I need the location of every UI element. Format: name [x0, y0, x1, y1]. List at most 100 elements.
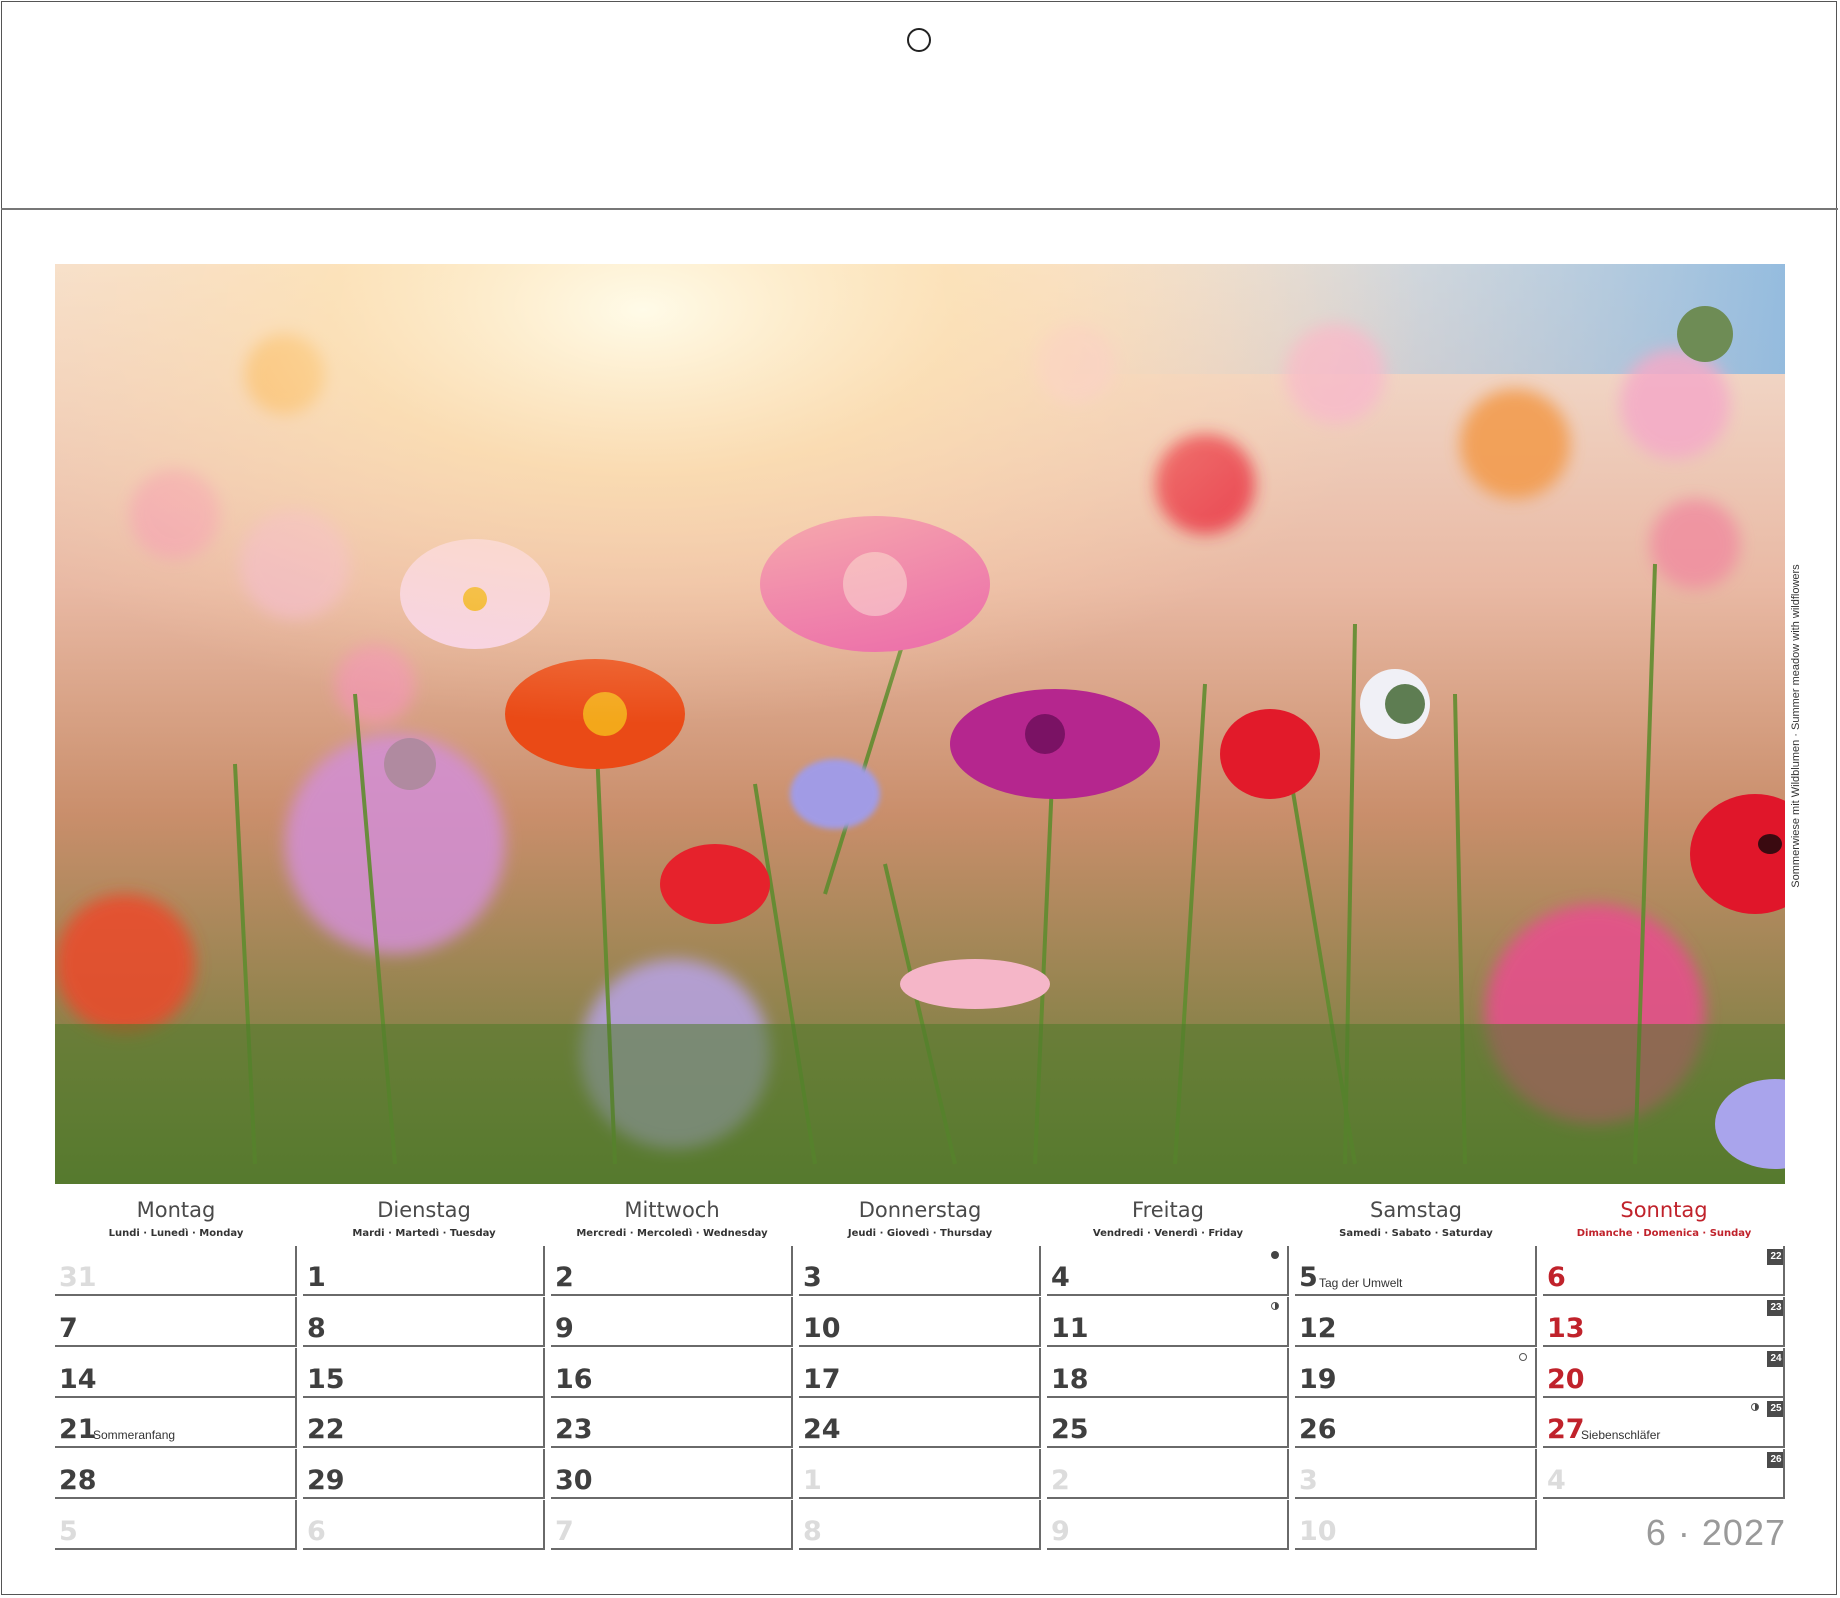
day-cell[interactable]: 3 [799, 1246, 1041, 1296]
day-number: 29 [307, 1465, 345, 1496]
day-cell[interactable]: 6 [303, 1500, 545, 1550]
day-cell[interactable]: 15 [303, 1348, 545, 1398]
day-number: 21 [59, 1414, 97, 1445]
day-cell[interactable]: 10 [799, 1297, 1041, 1347]
day-number: 1 [307, 1262, 326, 1293]
weekday-name: Montag [136, 1198, 216, 1222]
day-number: 18 [1051, 1364, 1089, 1395]
day-number: 22 [307, 1414, 345, 1445]
day-cell[interactable]: 4 26 [1543, 1449, 1785, 1499]
day-cell[interactable]: 12 [1295, 1297, 1537, 1347]
day-number: 28 [59, 1465, 97, 1496]
day-cell[interactable]: 7 [551, 1500, 793, 1550]
moon-phase-icon [1751, 1403, 1759, 1411]
day-number: 31 [59, 1262, 97, 1293]
moon-phase-icon [1271, 1302, 1279, 1310]
week-number-badge: 23 [1767, 1300, 1785, 1316]
week-number-badge: 26 [1767, 1452, 1785, 1468]
day-cell[interactable]: 16 [551, 1348, 793, 1398]
day-cell[interactable]: 7 [55, 1297, 297, 1347]
day-cell[interactable]: 19 [1295, 1348, 1537, 1398]
week-number-badge: 24 [1767, 1351, 1785, 1367]
day-cell[interactable]: 21 Sommeranfang [55, 1398, 297, 1448]
day-cell[interactable]: 1 [799, 1449, 1041, 1499]
weekday-header: Sonntag Dimanche · Domenica · Sunday [1543, 1196, 1785, 1244]
day-number: 9 [1051, 1516, 1070, 1547]
day-cell[interactable]: 20 24 [1543, 1348, 1785, 1398]
holiday-label: Sommeranfang [93, 1428, 176, 1442]
day-number: 9 [555, 1313, 574, 1344]
calendar-photo [55, 264, 1785, 1184]
weekday-name: Freitag [1132, 1198, 1204, 1222]
day-number: 5 [59, 1516, 78, 1547]
day-cell[interactable]: 9 [551, 1297, 793, 1347]
day-cell[interactable]: 11 [1047, 1297, 1289, 1347]
day-cell[interactable]: 22 [303, 1398, 545, 1448]
weekday-header: Mittwoch Mercredi · Mercoledì · Wednesday [551, 1196, 793, 1244]
weekday-name: Samstag [1369, 1198, 1463, 1222]
day-number: 23 [555, 1414, 593, 1445]
day-cell[interactable]: 10 [1295, 1500, 1537, 1550]
day-number: 1 [803, 1465, 822, 1496]
week-number-badge: 25 [1767, 1401, 1785, 1417]
weekday-header: Freitag Vendredi · Venerdì · Friday [1047, 1196, 1289, 1244]
day-cell[interactable]: 18 [1047, 1348, 1289, 1398]
day-number: 10 [1299, 1516, 1337, 1547]
day-number: 26 [1299, 1414, 1337, 1445]
day-cell[interactable]: 17 [799, 1348, 1041, 1398]
day-number: 7 [59, 1313, 78, 1344]
week-number-badge: 22 [1767, 1249, 1785, 1265]
moon-phase-icon [1519, 1353, 1527, 1361]
day-cell[interactable]: 26 [1295, 1398, 1537, 1448]
day-number: 17 [803, 1364, 841, 1395]
weekday-translations: Mercredi · Mercoledì · Wednesday [576, 1228, 768, 1239]
weekday-translations: Dimanche · Domenica · Sunday [1576, 1228, 1752, 1239]
day-cell[interactable]: 24 [799, 1398, 1041, 1448]
day-number: 8 [803, 1516, 822, 1547]
day-number: 25 [1051, 1414, 1089, 1445]
day-number: 3 [803, 1262, 822, 1293]
day-cell[interactable]: 29 [303, 1449, 545, 1499]
day-cell[interactable]: 31 [55, 1246, 297, 1296]
day-number: 6 [307, 1516, 326, 1547]
day-cell[interactable]: 28 [55, 1449, 297, 1499]
day-number: 2 [1051, 1465, 1070, 1496]
day-number: 20 [1547, 1364, 1585, 1395]
day-cell[interactable]: 2 [551, 1246, 793, 1296]
day-number: 3 [1299, 1465, 1318, 1496]
day-cell[interactable]: 6 22 [1543, 1246, 1785, 1296]
fold-line [1, 208, 1838, 210]
day-number: 19 [1299, 1364, 1337, 1395]
day-cell[interactable]: 9 [1047, 1500, 1289, 1550]
day-cell[interactable]: 14 [55, 1348, 297, 1398]
day-cell[interactable]: 25 [1047, 1398, 1289, 1448]
day-cell[interactable]: 8 [799, 1500, 1041, 1550]
weekday-translations: Lundi · Lunedì · Monday [108, 1228, 244, 1239]
weekday-translations: Vendredi · Venerdì · Friday [1092, 1228, 1244, 1239]
day-number: 14 [59, 1364, 97, 1395]
day-number: 7 [555, 1516, 574, 1547]
day-cell[interactable]: 1 [303, 1246, 545, 1296]
day-number: 10 [803, 1313, 841, 1344]
moon-phase-icon [1271, 1251, 1279, 1259]
wildflower-meadow-image [55, 264, 1785, 1184]
weekday-header: Dienstag Mardi · Martedì · Tuesday [303, 1196, 545, 1244]
day-cell[interactable]: 30 [551, 1449, 793, 1499]
day-cell[interactable]: 13 23 [1543, 1297, 1785, 1347]
day-cell[interactable]: 27 Siebenschläfer 25 [1543, 1398, 1785, 1448]
hanger-hole-icon [907, 28, 931, 52]
weekday-name: Mittwoch [624, 1198, 720, 1222]
day-cell[interactable]: 8 [303, 1297, 545, 1347]
day-cell[interactable]: 5 [55, 1500, 297, 1550]
day-cell[interactable]: 5 Tag der Umwelt [1295, 1246, 1537, 1296]
photo-caption: Sommerwiese mit Wildblumen · Summer mead… [1790, 564, 1802, 888]
weekday-header: Montag Lundi · Lunedì · Monday [55, 1196, 297, 1244]
day-cell[interactable]: 23 [551, 1398, 793, 1448]
day-cell[interactable]: 4 [1047, 1246, 1289, 1296]
month-year-label: 6 · 2027 [1645, 1512, 1786, 1553]
day-number: 2 [555, 1262, 574, 1293]
day-cell[interactable]: 3 [1295, 1449, 1537, 1499]
day-cell[interactable]: 2 [1047, 1449, 1289, 1499]
day-number: 11 [1051, 1313, 1089, 1344]
day-number: 13 [1547, 1313, 1585, 1344]
